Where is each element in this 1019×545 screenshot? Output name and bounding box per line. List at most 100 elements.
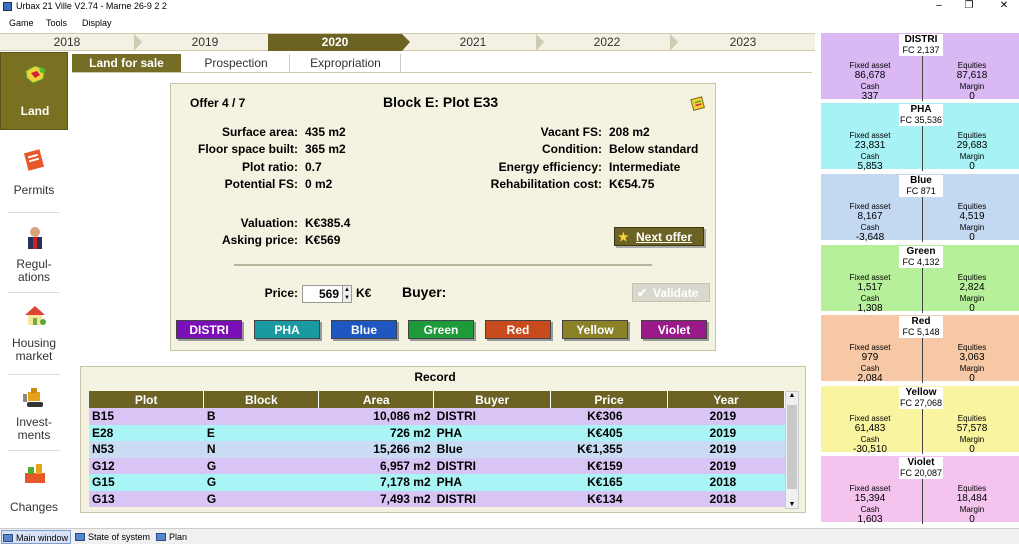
sidebar-item-permits[interactable]: Permits <box>0 134 68 212</box>
company-name: Red <box>899 316 943 327</box>
buyer-pha-button[interactable]: PHA <box>254 320 320 339</box>
cell-price: K€134 <box>550 490 668 507</box>
fixed-asset-value: 979 <box>861 352 879 363</box>
sidebar-label-2: market <box>15 349 53 363</box>
buyer-violet-button[interactable]: Violet <box>641 320 707 339</box>
column-header-price[interactable]: Price <box>550 391 669 408</box>
fixed-asset-value: 23,831 <box>854 140 886 151</box>
window-icon <box>3 534 13 542</box>
company-name: Violet <box>899 457 943 468</box>
table-row[interactable]: G13 G 7,493 m2 DISTRI K€134 2018 <box>89 490 785 507</box>
year-2020[interactable]: 2020 <box>268 34 402 51</box>
sidebar-item-investments[interactable]: Invest- ments <box>0 378 68 456</box>
table-row[interactable]: G15 G 7,178 m2 PHA K€165 2018 <box>89 474 785 491</box>
title-bar: Urbax 21 Ville V2.74 - Marne 26-9 2 2 – … <box>0 0 1019 14</box>
year-2021[interactable]: 2021 <box>410 34 536 51</box>
margin-value: 0 <box>969 373 975 384</box>
year-2018[interactable]: 2018 <box>0 34 134 51</box>
sidebar-label: Land <box>20 104 50 118</box>
price-spinner[interactable]: ▲ ▼ <box>342 285 352 303</box>
company-card-green[interactable]: Green FC 4,132 Fixed asset 1,517 Cash 1,308 Eq… <box>821 245 1019 314</box>
buyer-distri-button[interactable]: DISTRI <box>176 320 242 339</box>
margin-value: 0 <box>969 444 975 455</box>
document-icon[interactable] <box>690 95 706 111</box>
buyer-blue-button[interactable]: Blue <box>331 320 397 339</box>
potential-fs-value: 0 m2 <box>305 177 333 191</box>
divider <box>922 268 923 313</box>
energy-value: Intermediate <box>609 160 681 174</box>
tab-land-for-sale[interactable]: Land for sale <box>72 54 181 72</box>
menu-tools[interactable]: Tools <box>46 18 67 28</box>
permits-icon <box>23 149 45 171</box>
sidebar: Land Permits Regul- ations Housing marke… <box>0 52 68 527</box>
table-row[interactable]: B15 B 10,086 m2 DISTRI K€306 2019 <box>89 408 785 425</box>
table-row[interactable]: E28 E 726 m2 PHA K€405 2019 <box>89 424 785 441</box>
company-card-yellow[interactable]: Yellow FC 27,068 Fixed asset 61,483 Cash -30,… <box>821 386 1019 455</box>
asking-price-label: Asking price: <box>221 233 298 247</box>
cell-buyer: Blue <box>433 441 551 458</box>
column-header-area[interactable]: Area <box>318 391 435 408</box>
fixed-asset-label: Fixed asset <box>849 202 891 211</box>
menu-game[interactable]: Game <box>9 18 34 28</box>
company-card-pha[interactable]: PHA FC 35,536 Fixed asset 23,831 Cash 5,853 Eq… <box>821 103 1019 172</box>
company-card-distri[interactable]: DISTRI FC 2,137 Fixed asset 86,678 Cash 337 Eq… <box>821 33 1019 102</box>
cell-year: 2019 <box>667 441 785 458</box>
sidebar-item-changes[interactable]: Changes <box>0 454 68 532</box>
fixed-asset-value: 61,483 <box>854 423 886 434</box>
scrollbar-thumb[interactable] <box>787 405 797 489</box>
margin-label: Margin <box>959 505 985 514</box>
equities-label: Equities <box>957 131 987 140</box>
year-2019[interactable]: 2019 <box>142 34 268 51</box>
next-offer-button[interactable]: ★ Next offer <box>614 227 704 246</box>
divider <box>922 56 923 101</box>
margin-value: 0 <box>969 91 975 102</box>
maximize-button[interactable]: ❐ <box>959 0 979 14</box>
minimize-button[interactable]: – <box>929 0 949 14</box>
chevron-right-icon <box>670 34 678 51</box>
year-2022[interactable]: 2022 <box>544 34 670 51</box>
column-header-buyer[interactable]: Buyer <box>433 391 552 408</box>
surface-area-label: Surface area: <box>221 125 298 139</box>
sidebar-item-land[interactable]: Land <box>0 52 68 130</box>
fixed-asset-value: 86,678 <box>854 70 886 81</box>
company-card-red[interactable]: Red FC 5,148 Fixed asset 979 Cash 2,084 Equiti… <box>821 315 1019 384</box>
buyer-red-button[interactable]: Red <box>485 320 551 339</box>
tab-prospection[interactable]: Prospection <box>183 54 290 72</box>
offer-counter: Offer 4 / 7 <box>190 96 246 110</box>
floor-space-label: Floor space built: <box>197 142 298 156</box>
tab-main-window[interactable]: Main window <box>1 530 71 544</box>
sidebar-label-2: ments <box>17 428 51 442</box>
company-name: Yellow <box>899 387 943 398</box>
validate-button[interactable]: ✔ Validate <box>632 283 710 302</box>
plot-ratio-value: 0.7 <box>305 160 322 174</box>
year-2023[interactable]: 2023 <box>678 34 808 51</box>
scroll-down-icon[interactable]: ▼ <box>786 501 798 508</box>
close-button[interactable]: ✕ <box>994 0 1014 14</box>
cell-buyer: DISTRI <box>433 490 551 507</box>
sidebar-item-housing-market[interactable]: Housing market <box>0 296 68 374</box>
sidebar-item-regulations[interactable]: Regul- ations <box>0 216 68 294</box>
column-header-year[interactable]: Year <box>667 391 785 408</box>
company-card-violet[interactable]: Violet FC 20,087 Fixed asset 15,394 Cash 1,60… <box>821 456 1019 525</box>
cell-price: K€1,355 <box>550 441 668 458</box>
company-card-blue[interactable]: Blue FC 871 Fixed asset 8,167 Cash -3,648 Equi… <box>821 174 1019 243</box>
column-header-block[interactable]: Block <box>203 391 320 408</box>
column-header-plot[interactable]: Plot <box>89 391 205 408</box>
sidebar-divider <box>8 212 60 213</box>
scroll-up-icon[interactable]: ▲ <box>786 392 798 399</box>
cell-plot: G13 <box>89 490 204 507</box>
tab-plan[interactable]: Plan <box>155 530 195 544</box>
price-input[interactable]: 569 <box>302 285 344 303</box>
cell-year: 2019 <box>667 408 785 425</box>
table-header-row: Plot Block Area Buyer Price Year <box>89 391 785 408</box>
buyer-green-button[interactable]: Green <box>408 320 474 339</box>
tab-state-of-system[interactable]: State of system <box>74 530 154 544</box>
table-row[interactable]: N53 N 15,266 m2 Blue K€1,355 2019 <box>89 441 785 458</box>
valuation-label: Valuation: <box>240 216 298 230</box>
tab-expropriation[interactable]: Expropriation <box>291 54 401 72</box>
buyer-yellow-button[interactable]: Yellow <box>562 320 628 339</box>
menu-display[interactable]: Display <box>82 18 112 28</box>
window-icon <box>156 533 166 541</box>
table-row[interactable]: G12 G 6,957 m2 DISTRI K€159 2019 <box>89 457 785 474</box>
margin-value: 0 <box>969 161 975 172</box>
